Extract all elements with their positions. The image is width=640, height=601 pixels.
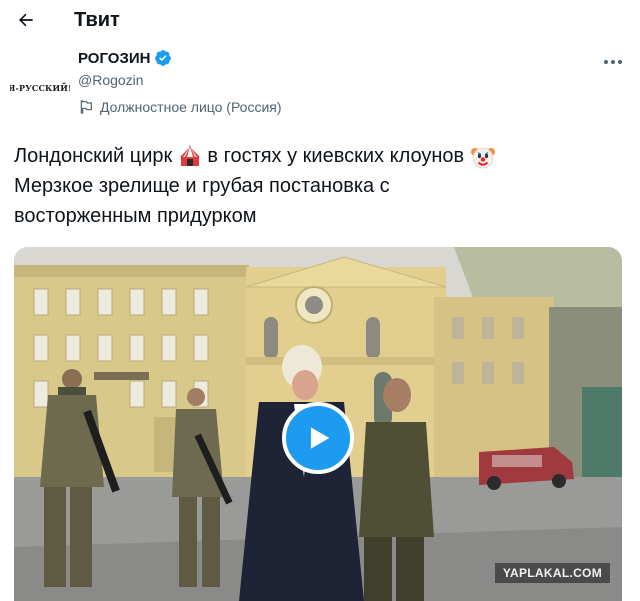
author-name-row: РОГОЗИН (78, 49, 172, 67)
play-button[interactable] (282, 402, 354, 474)
play-icon (310, 427, 330, 449)
more-dot (604, 60, 608, 64)
more-options-button[interactable] (604, 52, 622, 72)
author-name[interactable]: РОГОЗИН (78, 50, 150, 67)
top-bar: Твит (0, 0, 640, 40)
government-label: Должностное лицо (Россия) (78, 99, 282, 115)
avatar-logo-text: Я-РУССКИЙ! (10, 83, 70, 93)
more-dot (618, 60, 622, 64)
page-title: Твит (74, 9, 120, 31)
government-flag-icon (80, 100, 92, 114)
back-button[interactable] (12, 6, 40, 34)
tweet-author: Я-РУССКИЙ! РОГОЗИН @Rogozin Должностное … (0, 44, 640, 124)
tweet-line-1: Лондонский цирк в гостях у киевских клоу… (14, 141, 626, 171)
author-handle[interactable]: @Rogozin (78, 72, 144, 88)
watermark: YAPLAKAL.COM (494, 563, 610, 583)
tweet-text: Лондонский цирк в гостях у киевских клоу… (14, 141, 626, 231)
circus-tent-emoji (179, 145, 200, 166)
tweet-line-2: Мерзкое зрелище и грубая постановка с (14, 175, 390, 197)
tweet-line-3: восторженным придурком (14, 205, 257, 227)
tweet-text-segment: Лондонский цирк (14, 145, 173, 167)
arrow-left-icon (18, 13, 33, 27)
government-label-text: Должностное лицо (Россия) (100, 99, 282, 115)
verified-badge-icon (155, 50, 172, 66)
video-player[interactable]: YAPLAKAL.COM (14, 247, 622, 601)
avatar[interactable]: Я-РУССКИЙ! (10, 58, 70, 118)
clown-face-emoji (470, 147, 495, 169)
tweet-text-segment: в гостях у киевских клоунов (207, 145, 465, 167)
more-dot (611, 60, 615, 64)
